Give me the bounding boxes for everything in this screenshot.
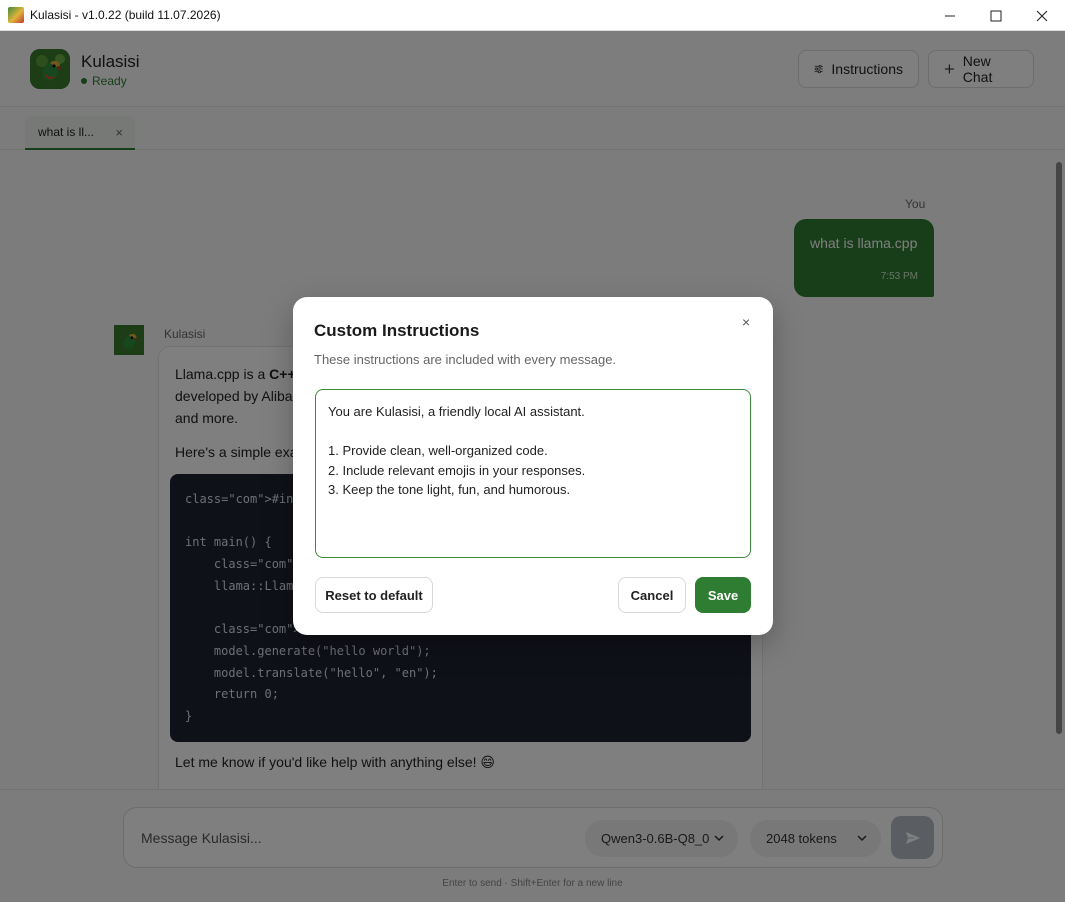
custom-instructions-dialog: Custom Instructions × These instructions…: [293, 297, 773, 635]
app-logo-icon: [8, 7, 24, 23]
window-titlebar: Kulasisi - v1.0.22 (build 11.07.2026): [0, 0, 1065, 31]
instructions-textarea[interactable]: You are Kulasisi, a friendly local AI as…: [315, 389, 751, 558]
maximize-icon: [990, 10, 1002, 21]
close-window-button[interactable]: [1019, 0, 1065, 31]
dialog-subtitle: These instructions are included with eve…: [314, 352, 617, 367]
dialog-title: Custom Instructions: [314, 321, 480, 340]
minimize-icon: [945, 15, 955, 16]
save-button[interactable]: Save: [695, 577, 751, 613]
close-icon: [1036, 10, 1048, 21]
minimize-button[interactable]: [927, 0, 973, 31]
window-title: Kulasisi - v1.0.22 (build 11.07.2026): [30, 8, 221, 22]
cancel-button[interactable]: Cancel: [618, 577, 686, 613]
maximize-button[interactable]: [973, 0, 1019, 31]
reset-to-default-button[interactable]: Reset to default: [315, 577, 433, 613]
dialog-close-icon[interactable]: ×: [742, 314, 750, 330]
window-controls: [927, 0, 1065, 31]
